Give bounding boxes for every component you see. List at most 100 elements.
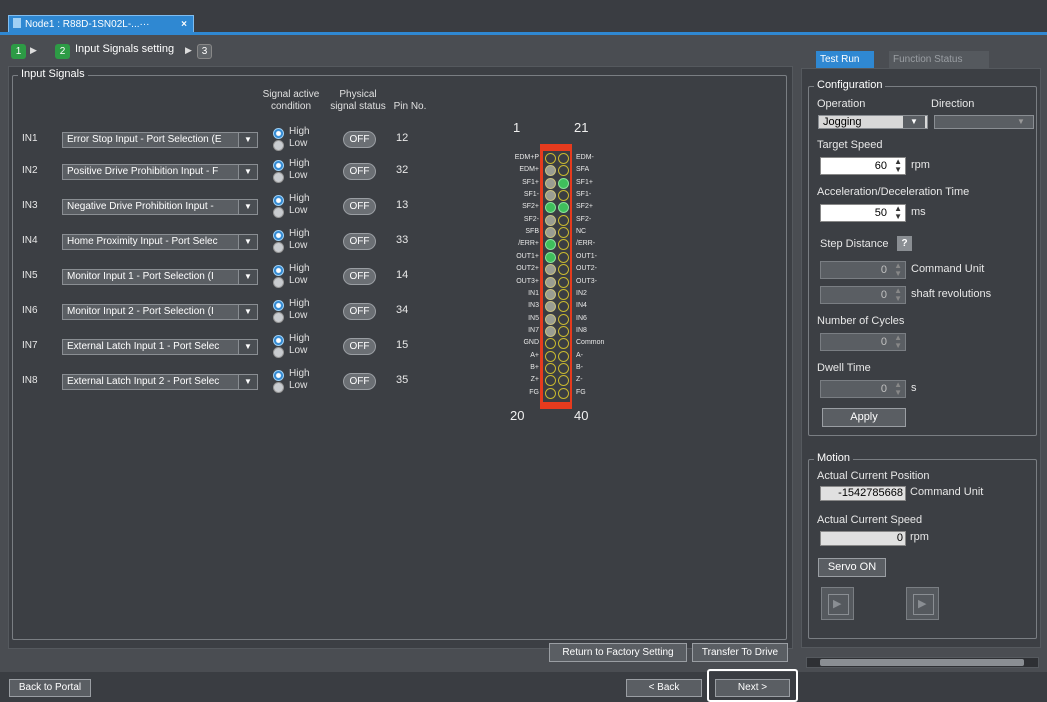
chevron-down-icon: ▼ — [238, 340, 257, 354]
spinner-icon[interactable]: ▲ ▼ — [894, 158, 902, 174]
horizontal-scrollbar[interactable] — [806, 657, 1039, 668]
radio-high[interactable] — [273, 300, 284, 311]
target-speed-input[interactable]: 60 ▲ ▼ — [820, 157, 906, 175]
radio-low-label: Low — [289, 138, 308, 149]
next-button-highlight — [707, 669, 798, 702]
back-to-portal-button[interactable]: Back to Portal — [9, 679, 91, 697]
input-signals-title: Input Signals — [18, 68, 88, 80]
step-command-unit: Command Unit — [911, 263, 985, 275]
return-factory-button[interactable]: Return to Factory Setting — [549, 643, 687, 662]
step-revolutions-unit: shaft revolutions — [911, 288, 992, 300]
apply-button[interactable]: Apply — [822, 408, 906, 427]
step-revolutions-input[interactable]: 0 ▲ ▼ — [820, 286, 906, 304]
signal-function-select[interactable]: Monitor Input 2 - Port Selection (I ▼ — [62, 304, 258, 320]
signal-function-select[interactable]: Negative Drive Prohibition Input - ▼ — [62, 199, 258, 215]
connector-left-pin — [545, 375, 556, 386]
transfer-to-drive-button[interactable]: Transfer To Drive — [692, 643, 788, 662]
back-button[interactable]: < Back — [626, 679, 702, 697]
signal-function-select[interactable]: External Latch Input 2 - Port Selec ▼ — [62, 374, 258, 390]
wizard-step-2[interactable]: 2 — [55, 44, 70, 59]
jog-forward-button[interactable]: ▶ — [906, 587, 939, 620]
radio-high[interactable] — [273, 160, 284, 171]
radio-high[interactable] — [273, 370, 284, 381]
radio-high-label: High — [289, 228, 310, 239]
connector-right-pin — [558, 227, 569, 238]
scrollbar-thumb[interactable] — [820, 659, 1024, 666]
accel-input[interactable]: 50 ▲ ▼ — [820, 204, 906, 222]
jog-reverse-button[interactable]: ▶ — [821, 587, 854, 620]
signal-function-select[interactable]: Monitor Input 1 - Port Selection (I ▼ — [62, 269, 258, 285]
radio-high[interactable] — [273, 128, 284, 139]
target-speed-label: Target Speed — [817, 139, 883, 151]
close-icon[interactable]: × — [181, 16, 187, 33]
direction-select[interactable]: ▼ — [934, 115, 1034, 129]
radio-high-label: High — [289, 333, 310, 344]
cycles-value: 0 — [880, 336, 887, 348]
radio-high[interactable] — [273, 335, 284, 346]
radio-low[interactable] — [273, 312, 284, 323]
radio-low[interactable] — [273, 382, 284, 393]
wizard-step-label: Input Signals setting — [75, 43, 175, 55]
connector-left-pin — [545, 289, 556, 300]
spinner-icon[interactable]: ▲ ▼ — [894, 334, 902, 350]
connector-left-pin — [545, 351, 556, 362]
connector-left-pin — [545, 314, 556, 325]
servo-on-button[interactable]: Servo ON — [818, 558, 886, 577]
radio-low[interactable] — [273, 207, 284, 218]
signal-function-select[interactable]: Positive Drive Prohibition Input - F ▼ — [62, 164, 258, 180]
signal-function-select[interactable]: Home Proximity Input - Port Selec ▼ — [62, 234, 258, 250]
connector-right-label: IN4 — [576, 302, 587, 309]
step-command-input[interactable]: 0 ▲ ▼ — [820, 261, 906, 279]
connector-right-label: SF1- — [576, 191, 592, 198]
operation-value: Jogging — [823, 116, 862, 128]
wizard-step-1[interactable]: 1 — [11, 44, 26, 59]
dwell-input[interactable]: 0 ▲ ▼ — [820, 380, 906, 398]
connector-right-label: EDM- — [576, 154, 594, 161]
document-tab[interactable]: Node1 : R88D-1SN02L-...··· × — [8, 15, 194, 32]
radio-high-label: High — [289, 368, 310, 379]
physical-status-indicator: OFF — [343, 233, 376, 250]
step-revolutions-value: 0 — [880, 289, 887, 301]
signal-function-value: Positive Drive Prohibition Input - F — [67, 166, 219, 177]
radio-high[interactable] — [273, 230, 284, 241]
radio-low[interactable] — [273, 277, 284, 288]
physical-status-indicator: OFF — [343, 373, 376, 390]
jog-reverse-icon: ▶ — [828, 594, 849, 615]
connector-right-label: OUT1- — [576, 253, 597, 260]
spinner-icon[interactable]: ▲ ▼ — [894, 205, 902, 221]
connector-left-label: FG — [529, 389, 539, 396]
connector-right-label: IN2 — [576, 290, 587, 297]
connector-left-label: A+ — [530, 352, 539, 359]
connector-left-pin — [545, 239, 556, 250]
radio-high-label: High — [289, 193, 310, 204]
connector-right-pin — [558, 388, 569, 399]
spinner-icon[interactable]: ▲ ▼ — [894, 262, 902, 278]
operation-select[interactable]: Jogging ▼ — [818, 115, 928, 129]
signal-function-value: Home Proximity Input - Port Selec — [67, 236, 218, 247]
radio-high[interactable] — [273, 195, 284, 206]
connector-left-pin — [545, 215, 556, 226]
signal-function-select[interactable]: Error Stop Input - Port Selection (E ▼ — [62, 132, 258, 148]
radio-high[interactable] — [273, 265, 284, 276]
radio-low-label: Low — [289, 205, 308, 216]
connector-right-label: B- — [576, 364, 583, 371]
wizard-step-3[interactable]: 3 — [197, 44, 212, 59]
connector-right-pin — [558, 264, 569, 275]
tab-function-status[interactable]: Function Status — [889, 51, 989, 68]
radio-low[interactable] — [273, 140, 284, 151]
speed-readout: 0 — [820, 531, 906, 546]
radio-low[interactable] — [273, 242, 284, 253]
target-speed-unit: rpm — [911, 159, 930, 171]
spinner-icon[interactable]: ▲ ▼ — [894, 287, 902, 303]
help-icon[interactable]: ? — [897, 236, 912, 251]
signal-function-select[interactable]: External Latch Input 1 - Port Selec ▼ — [62, 339, 258, 355]
spinner-icon[interactable]: ▲ ▼ — [894, 381, 902, 397]
connector-left-pin — [545, 277, 556, 288]
radio-low[interactable] — [273, 347, 284, 358]
radio-low[interactable] — [273, 172, 284, 183]
cycles-input[interactable]: 0 ▲ ▼ — [820, 333, 906, 351]
tab-test-run[interactable]: Test Run — [816, 51, 874, 68]
connector-left-label: OUT1+ — [516, 253, 539, 260]
speed-label: Actual Current Speed — [817, 514, 923, 526]
signal-active-header: Signal active condition — [262, 89, 320, 112]
